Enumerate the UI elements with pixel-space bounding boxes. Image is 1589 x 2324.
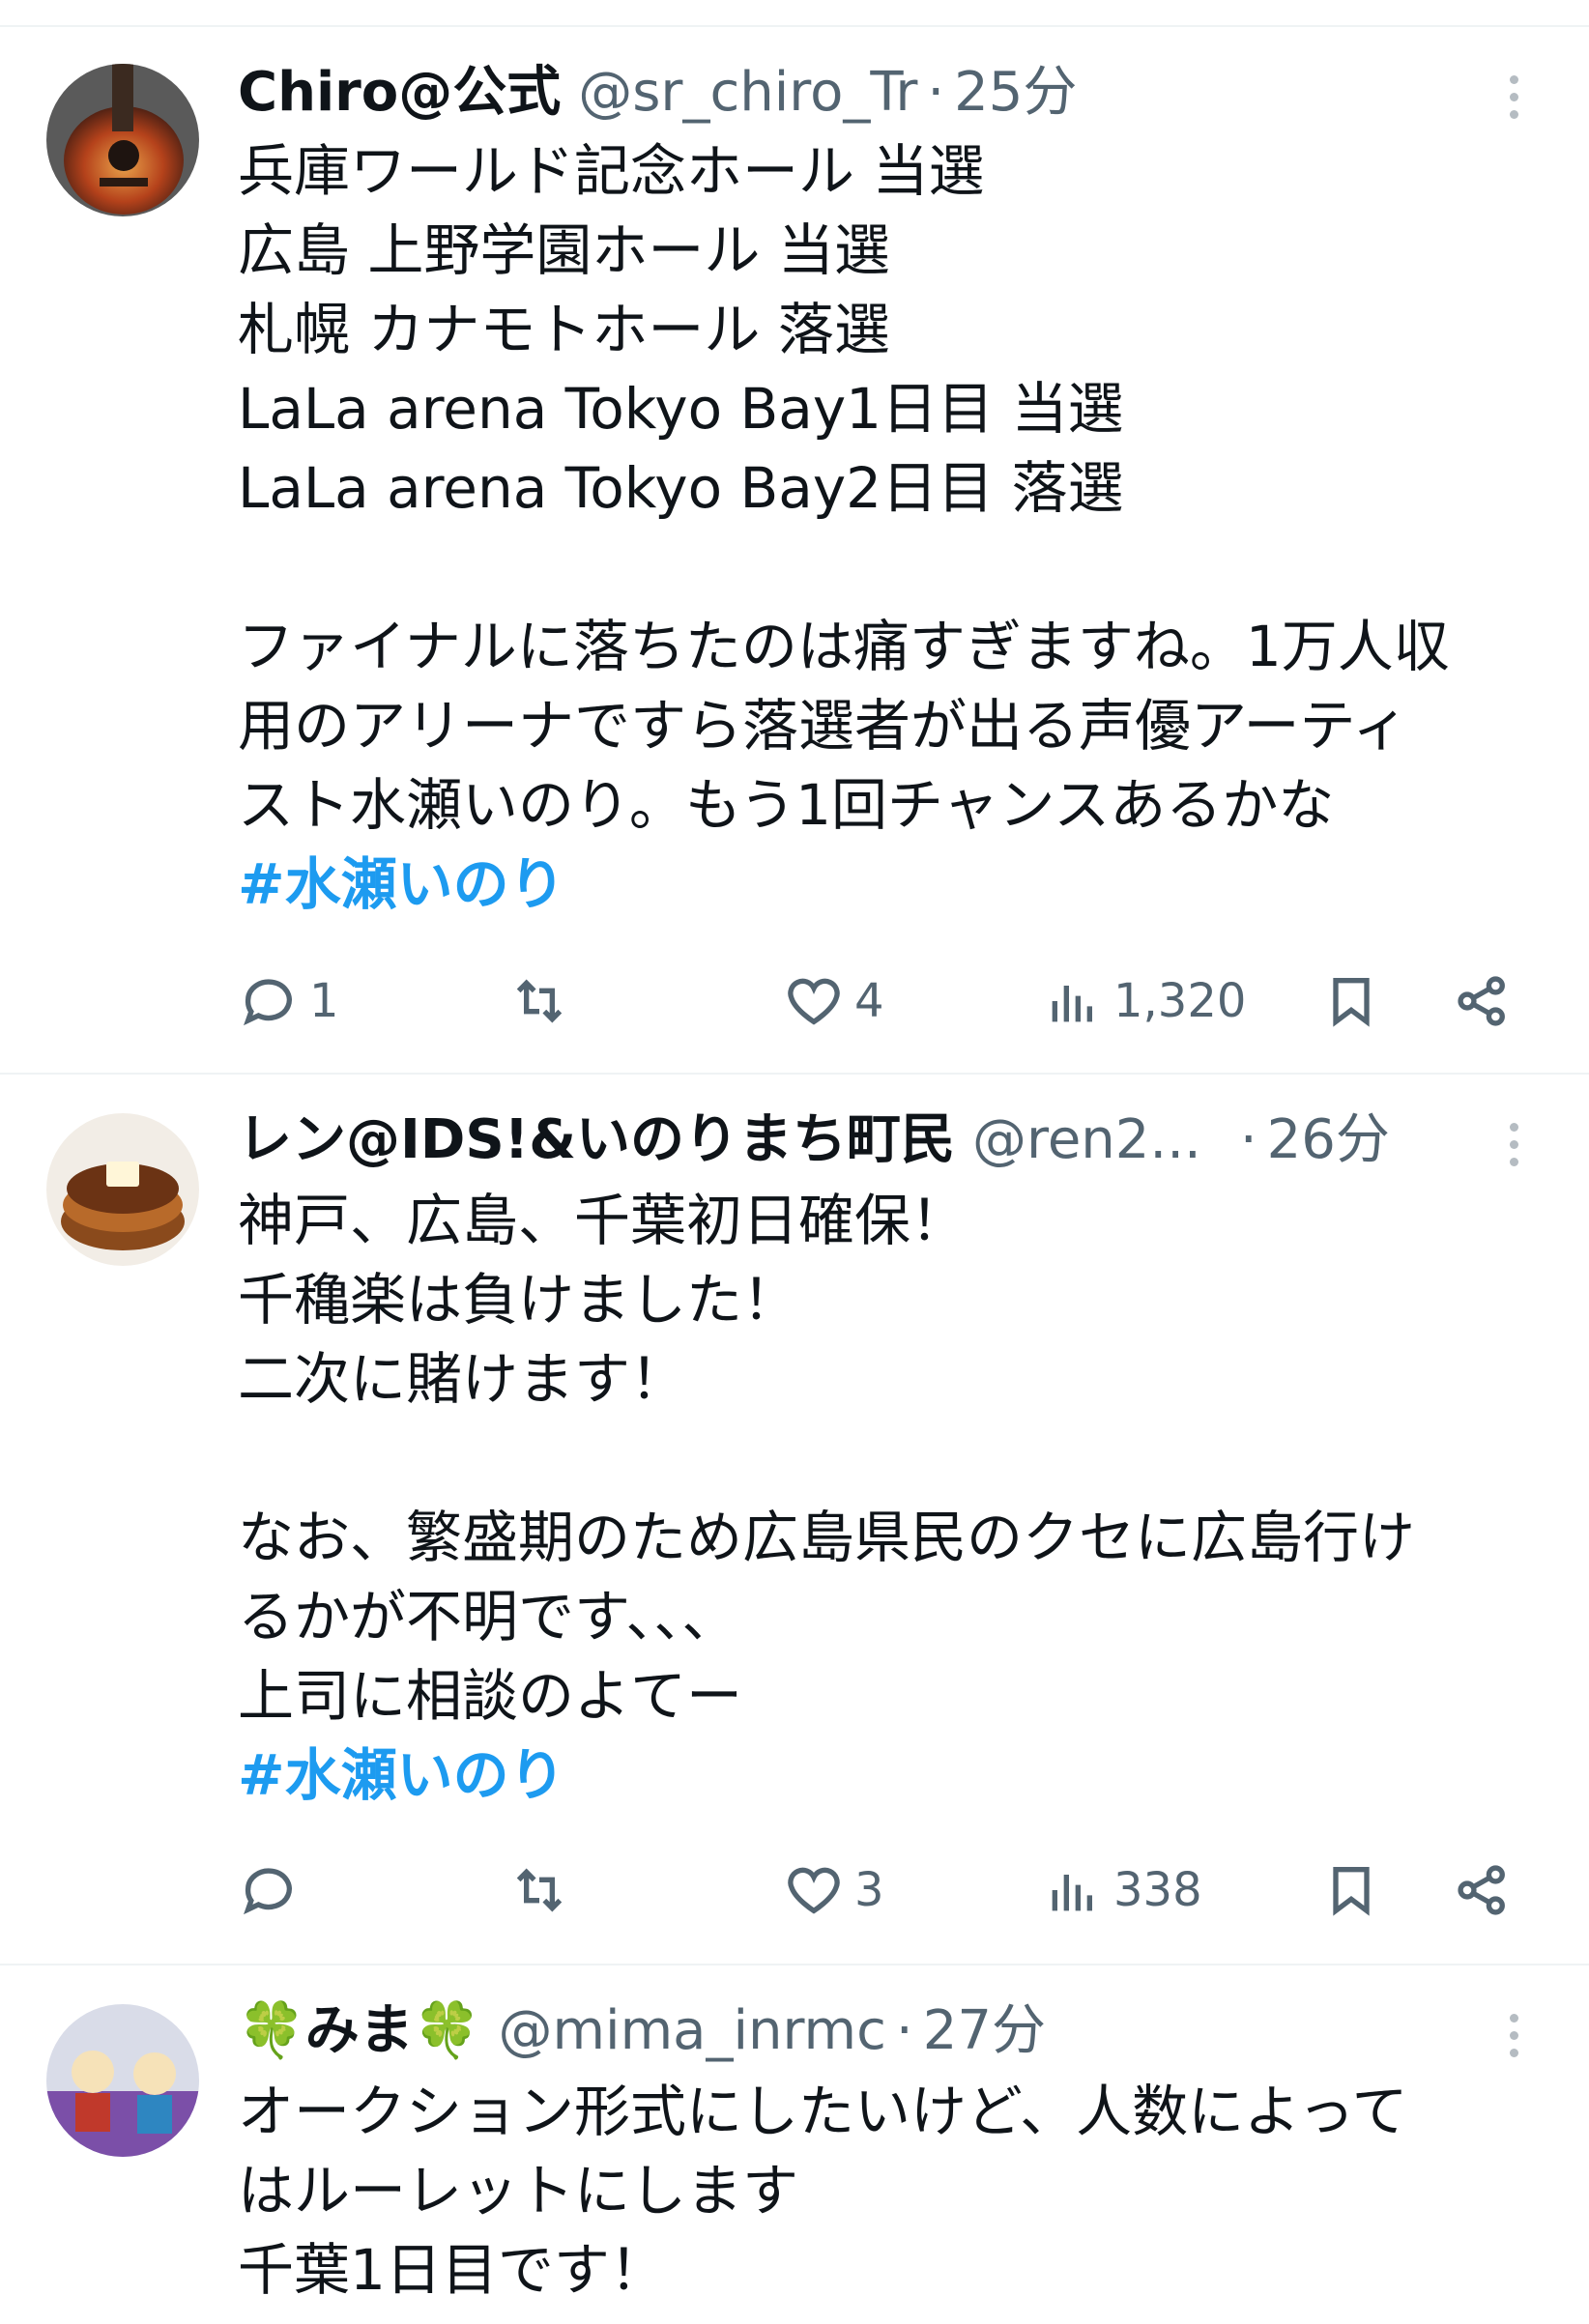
- text-line: 神戸、広島、千葉初日確保！: [238, 1188, 968, 1253]
- text-line: 千穐楽は負けました！: [238, 1267, 799, 1333]
- more-options-icon[interactable]: [1494, 2006, 1533, 2064]
- text-line: 千葉1日目です！: [238, 2237, 666, 2303]
- like-button[interactable]: 4: [783, 962, 884, 1040]
- share-button[interactable]: [1452, 1851, 1514, 1929]
- tweet-text: オークション形式にしたいけど、人数によって はルーレットにします 千葉1日目です…: [238, 2072, 1562, 2310]
- hashtag-link[interactable]: #水瀬いのり: [238, 845, 1562, 924]
- text-line: 広島 上野学園ホール 当選: [238, 217, 890, 283]
- user-handle[interactable]: @sr_chiro_Tr: [578, 54, 917, 131]
- text-line: 用のアリーナですら落選者が出る声優アーティ: [238, 693, 1409, 759]
- view-count: 338: [1113, 1863, 1202, 1917]
- retweet-button[interactable]: [508, 1851, 580, 1929]
- timestamp[interactable]: 26分: [1267, 1102, 1390, 1179]
- heart-icon: [788, 978, 840, 1025]
- share-button[interactable]: [1452, 962, 1514, 1040]
- timestamp[interactable]: 25分: [954, 54, 1077, 131]
- like-count: 4: [854, 974, 884, 1028]
- reply-icon: [244, 1868, 292, 1915]
- tweet-header: 🍀みま🍀 @mima_inrmc · 27分: [238, 1993, 1046, 2070]
- avatar-guitar[interactable]: [46, 64, 199, 216]
- action-bar: 1 4 1,320: [238, 962, 1533, 1040]
- timestamp[interactable]: 27分: [923, 1993, 1046, 2070]
- tweet-header: レン@IDS!&いのりまち町民 @ren2... · 26分: [238, 1102, 1390, 1179]
- view-count: 1,320: [1113, 974, 1247, 1028]
- action-bar: 3 338: [238, 1851, 1533, 1929]
- share-icon: [1458, 1865, 1505, 1915]
- analytics-icon: [1052, 986, 1092, 1022]
- views-button[interactable]: 338: [1042, 1851, 1202, 1929]
- reply-count: 1: [309, 974, 339, 1028]
- tweet-text: 兵庫ワールド記念ホール 当選 広島 上野学園ホール 当選 札幌 カナモトホール …: [238, 131, 1562, 924]
- display-name[interactable]: レン@IDS!&いのりまち町民: [238, 1102, 955, 1179]
- reply-button[interactable]: 1: [238, 962, 339, 1040]
- bookmark-button[interactable]: [1320, 1851, 1382, 1929]
- hashtag-link[interactable]: #水瀬いのり: [238, 1736, 1562, 1815]
- user-handle[interactable]: @mima_inrmc: [498, 1993, 885, 2070]
- separator-dot: ·: [1239, 1108, 1257, 1171]
- user-handle[interactable]: @ren2...: [972, 1102, 1201, 1179]
- timeline-feed: Chiro@公式 @sr_chiro_Tr · 25分 兵庫ワールド記念ホール …: [0, 0, 1589, 2324]
- retweet-icon: [516, 1868, 563, 1912]
- text-line: LaLa arena Tokyo Bay2日目 落選: [238, 455, 1124, 521]
- text-line: LaLa arena Tokyo Bay1日目 当選: [238, 376, 1124, 442]
- views-button[interactable]: 1,320: [1042, 962, 1246, 1040]
- retweet-icon: [516, 979, 563, 1023]
- tweet-text: 神戸、広島、千葉初日確保！ 千穐楽は負けました！ 二次に賭けます！ なお、繁盛期…: [238, 1181, 1562, 1815]
- avatar-figures[interactable]: [46, 2004, 199, 2157]
- like-button[interactable]: 3: [783, 1851, 884, 1929]
- share-icon: [1458, 976, 1505, 1026]
- more-options-icon[interactable]: [1494, 1115, 1533, 1173]
- text-line: ファイナルに落ちたのは痛すぎますね。1万人収: [238, 614, 1450, 679]
- text-line: なお、繁盛期のため広島県民のクセに広島行け: [238, 1505, 1416, 1570]
- bookmark-button[interactable]: [1320, 962, 1382, 1040]
- display-name-text: みま: [304, 1999, 414, 2062]
- divider: [0, 1964, 1589, 1965]
- divider: [0, 25, 1589, 27]
- analytics-icon: [1052, 1875, 1092, 1911]
- clover-icon: 🍀: [413, 1999, 481, 2062]
- text-line: はルーレットにします: [238, 2158, 799, 2224]
- text-line: 札幌 カナモトホール 落選: [238, 297, 890, 362]
- reply-icon: [244, 979, 292, 1026]
- bookmark-icon: [1333, 1867, 1370, 1916]
- text-line: 上司に相談のよてー: [238, 1663, 743, 1729]
- bookmark-icon: [1333, 978, 1370, 1027]
- separator-dot: ·: [895, 1999, 913, 2062]
- tweet-header: Chiro@公式 @sr_chiro_Tr · 25分: [238, 54, 1077, 131]
- reply-button[interactable]: [238, 1851, 309, 1929]
- text-line: オークション形式にしたいけど、人数によって: [238, 2079, 1408, 2144]
- heart-icon: [788, 1867, 840, 1914]
- display-name[interactable]: 🍀みま🍀: [238, 1993, 480, 2070]
- more-options-icon[interactable]: [1494, 68, 1533, 126]
- display-name[interactable]: Chiro@公式: [238, 54, 561, 131]
- avatar-pancake[interactable]: [46, 1113, 199, 1266]
- text-line: るかが不明です、、、: [238, 1584, 738, 1650]
- text-line: 兵庫ワールド記念ホール 当選: [238, 138, 985, 204]
- divider: [0, 1073, 1589, 1075]
- separator-dot: ·: [927, 61, 945, 124]
- text-line: スト水瀬いのり。もう1回チャンスあるかな: [238, 772, 1335, 838]
- retweet-button[interactable]: [508, 962, 580, 1040]
- text-line: 二次に賭けます！: [238, 1346, 687, 1412]
- like-count: 3: [854, 1863, 884, 1917]
- clover-icon: 🍀: [238, 1999, 305, 2062]
